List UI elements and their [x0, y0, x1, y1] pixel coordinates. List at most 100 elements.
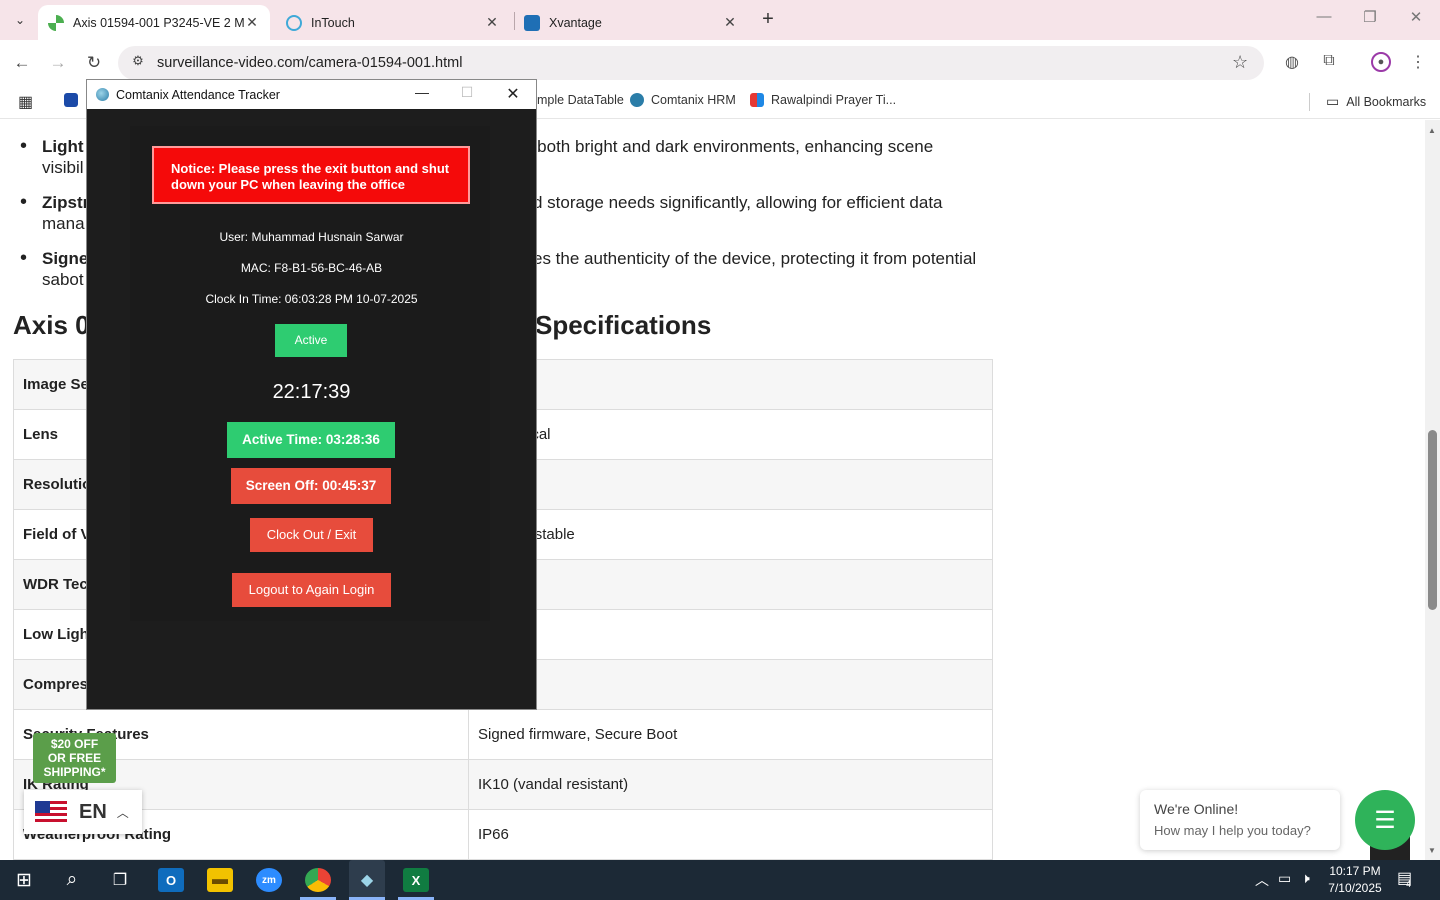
scroll-up-icon[interactable]: ▲: [1428, 126, 1436, 135]
tracker-maximize-icon[interactable]: ☐: [452, 84, 482, 104]
xvantage-favicon-icon: [524, 14, 540, 31]
chrome-icon[interactable]: [305, 868, 331, 892]
outlook-icon[interactable]: O: [158, 868, 184, 892]
forward-arrow-icon[interactable]: →: [46, 51, 70, 75]
excel-icon[interactable]: X: [403, 868, 429, 892]
zoom-icon[interactable]: zm: [256, 868, 282, 892]
back-arrow-icon[interactable]: ←: [10, 51, 34, 75]
taskbar-clock[interactable]: 10:17 PM 7/10/2025: [1320, 863, 1390, 897]
spec-value: 265: [468, 659, 993, 710]
spec-value: IK10 (vandal resistant): [468, 759, 993, 810]
logout-button[interactable]: Logout to Again Login: [232, 573, 391, 607]
comtanix-app-icon: [96, 88, 109, 101]
notification-count: 4: [1406, 879, 1412, 889]
site-favicon-icon: [48, 14, 64, 31]
site-settings-icon[interactable]: ⚙: [128, 53, 148, 73]
all-bookmarks-folder[interactable]: ▭ All Bookmarks: [1326, 93, 1426, 110]
minimize-icon[interactable]: —: [1304, 8, 1344, 25]
exit-notice: Notice: Please press the exit button and…: [152, 146, 470, 204]
spec-value: OS: [468, 359, 993, 410]
spec-value: WDR: [468, 559, 993, 610]
url-text[interactable]: surveillance-video.com/camera-01594-001.…: [157, 55, 462, 71]
scroll-down-icon[interactable]: ▼: [1428, 846, 1436, 855]
notifications-icon[interactable]: ▤4: [1397, 868, 1417, 889]
table-row: Weatherproof Rating IP66: [13, 809, 993, 860]
reload-icon[interactable]: ↻: [82, 51, 106, 75]
show-hidden-icons-chevron-icon[interactable]: ︿: [1255, 870, 1269, 890]
chat-greeting[interactable]: We're Online! How may I help you today?: [1140, 790, 1340, 850]
spec-value: m varifocal: [468, 409, 993, 460]
tab-xvantage[interactable]: Xvantage ✕: [514, 5, 748, 40]
tab-title: InTouch: [311, 15, 355, 30]
language-selector[interactable]: EN ︿: [24, 790, 142, 834]
attendance-tracker-window: Comtanix Attendance Tracker — ☐ ✕ Notice…: [86, 79, 537, 710]
bookmark-divider: [1309, 93, 1310, 111]
tab-search-button[interactable]: ⌄: [6, 6, 34, 34]
close-tab-icon[interactable]: ✕: [722, 14, 738, 31]
tracker-minimize-icon[interactable]: —: [407, 84, 437, 104]
tracker-taskbar-button[interactable]: ◆: [349, 860, 385, 900]
search-icon[interactable]: ⌕: [59, 868, 85, 892]
profile-avatar-icon[interactable]: ●: [1371, 52, 1391, 72]
restore-icon[interactable]: ❐: [1350, 8, 1390, 26]
chevron-up-icon: ︿: [116, 805, 129, 820]
current-clock: 22:17:39: [272, 381, 351, 403]
bookmark-blue-app[interactable]: [64, 93, 85, 107]
more-menu-icon[interactable]: ⋮: [1407, 52, 1429, 74]
close-window-icon[interactable]: ✕: [1396, 8, 1436, 26]
chat-bubble-icon: ☰: [1374, 806, 1396, 834]
taskbar-date: 7/10/2025: [1328, 881, 1382, 895]
tab-axis-camera[interactable]: Axis 01594-001 P3245-VE 2 MP ✕: [38, 5, 270, 40]
new-tab-plus-icon[interactable]: +: [756, 8, 780, 32]
speaker-muted-icon[interactable]: 🕨: [1301, 870, 1310, 887]
tracker-titlebar[interactable]: Comtanix Attendance Tracker — ☐ ✕: [87, 80, 536, 109]
table-row: IK Rating IK10 (vandal resistant): [13, 759, 993, 810]
bookmark-star-icon[interactable]: ☆: [1232, 52, 1248, 73]
bookmark-label: Rawalpindi Prayer Ti...: [771, 93, 897, 107]
task-view-icon[interactable]: ❐: [107, 868, 133, 892]
mac-label: MAC: F8-B1-56-BC-46-AB: [240, 261, 383, 275]
us-flag-icon: [35, 801, 67, 823]
extensions-puzzle-icon[interactable]: ⧉: [1318, 52, 1340, 74]
tracker-close-icon[interactable]: ✕: [498, 84, 528, 104]
spec-value: er 2.0: [468, 609, 993, 660]
screen-off-display: Screen Off: 00:45:37: [231, 468, 391, 504]
all-bookmarks-label: All Bookmarks: [1346, 94, 1427, 109]
windows-start-icon[interactable]: ⊞: [11, 868, 37, 892]
chevron-down-icon: ⌄: [14, 13, 26, 27]
intouch-favicon-icon: [286, 14, 302, 31]
bookmark-comtanix-hrm[interactable]: Comtanix HRM: [630, 93, 736, 107]
network-icon[interactable]: ▭: [1278, 870, 1291, 887]
comtanix-favicon-icon: [630, 93, 644, 107]
shipping-promo-badge[interactable]: $20 OFF OR FREE SHIPPING*: [33, 733, 116, 783]
chat-subtitle: How may I help you today?: [1154, 823, 1311, 838]
active-time-display: Active Time: 03:28:36: [227, 422, 395, 458]
status-active-badge: Active: [275, 324, 347, 357]
tab-title: Xvantage: [549, 15, 602, 30]
bookmark-prayer-times[interactable]: Rawalpindi Prayer Ti...: [750, 93, 896, 107]
translate-globe-icon[interactable]: ◍: [1281, 52, 1303, 74]
bookmark-label: mple DataTable: [537, 93, 624, 107]
bookmark-label: Comtanix HRM: [651, 93, 736, 107]
tab-intouch[interactable]: InTouch ✕: [276, 5, 510, 40]
bookmark-datatable[interactable]: mple DataTable: [537, 93, 624, 107]
close-tab-icon[interactable]: ✕: [244, 14, 260, 31]
taskbar-time: 10:17 PM: [1329, 864, 1381, 878]
folder-icon: ▭: [1326, 93, 1340, 109]
spec-value: IP66: [468, 809, 993, 860]
tab-title: Axis 01594-001 P3245-VE 2 MP: [73, 15, 244, 30]
prayer-favicon-icon: [750, 93, 764, 107]
tracker-title: Comtanix Attendance Tracker: [116, 88, 280, 102]
clock-out-exit-button[interactable]: Clock Out / Exit: [250, 518, 373, 552]
scrollbar-thumb[interactable]: [1428, 430, 1437, 610]
apps-grid-icon[interactable]: ▦: [18, 92, 33, 112]
chat-button[interactable]: ☰: [1355, 790, 1415, 850]
close-tab-icon[interactable]: ✕: [484, 14, 500, 31]
file-explorer-icon[interactable]: ▬: [207, 868, 233, 892]
chat-title: We're Online!: [1154, 801, 1239, 817]
spec-value: Signed firmware, Secure Boot: [468, 709, 993, 760]
user-label: User: Muhammad Husnain Sarwar: [219, 230, 404, 244]
clock-in-label: Clock In Time: 06:03:28 PM 10-07-2025: [205, 292, 418, 306]
spec-value: 80p: [468, 459, 993, 510]
app-favicon-icon: [64, 93, 78, 107]
